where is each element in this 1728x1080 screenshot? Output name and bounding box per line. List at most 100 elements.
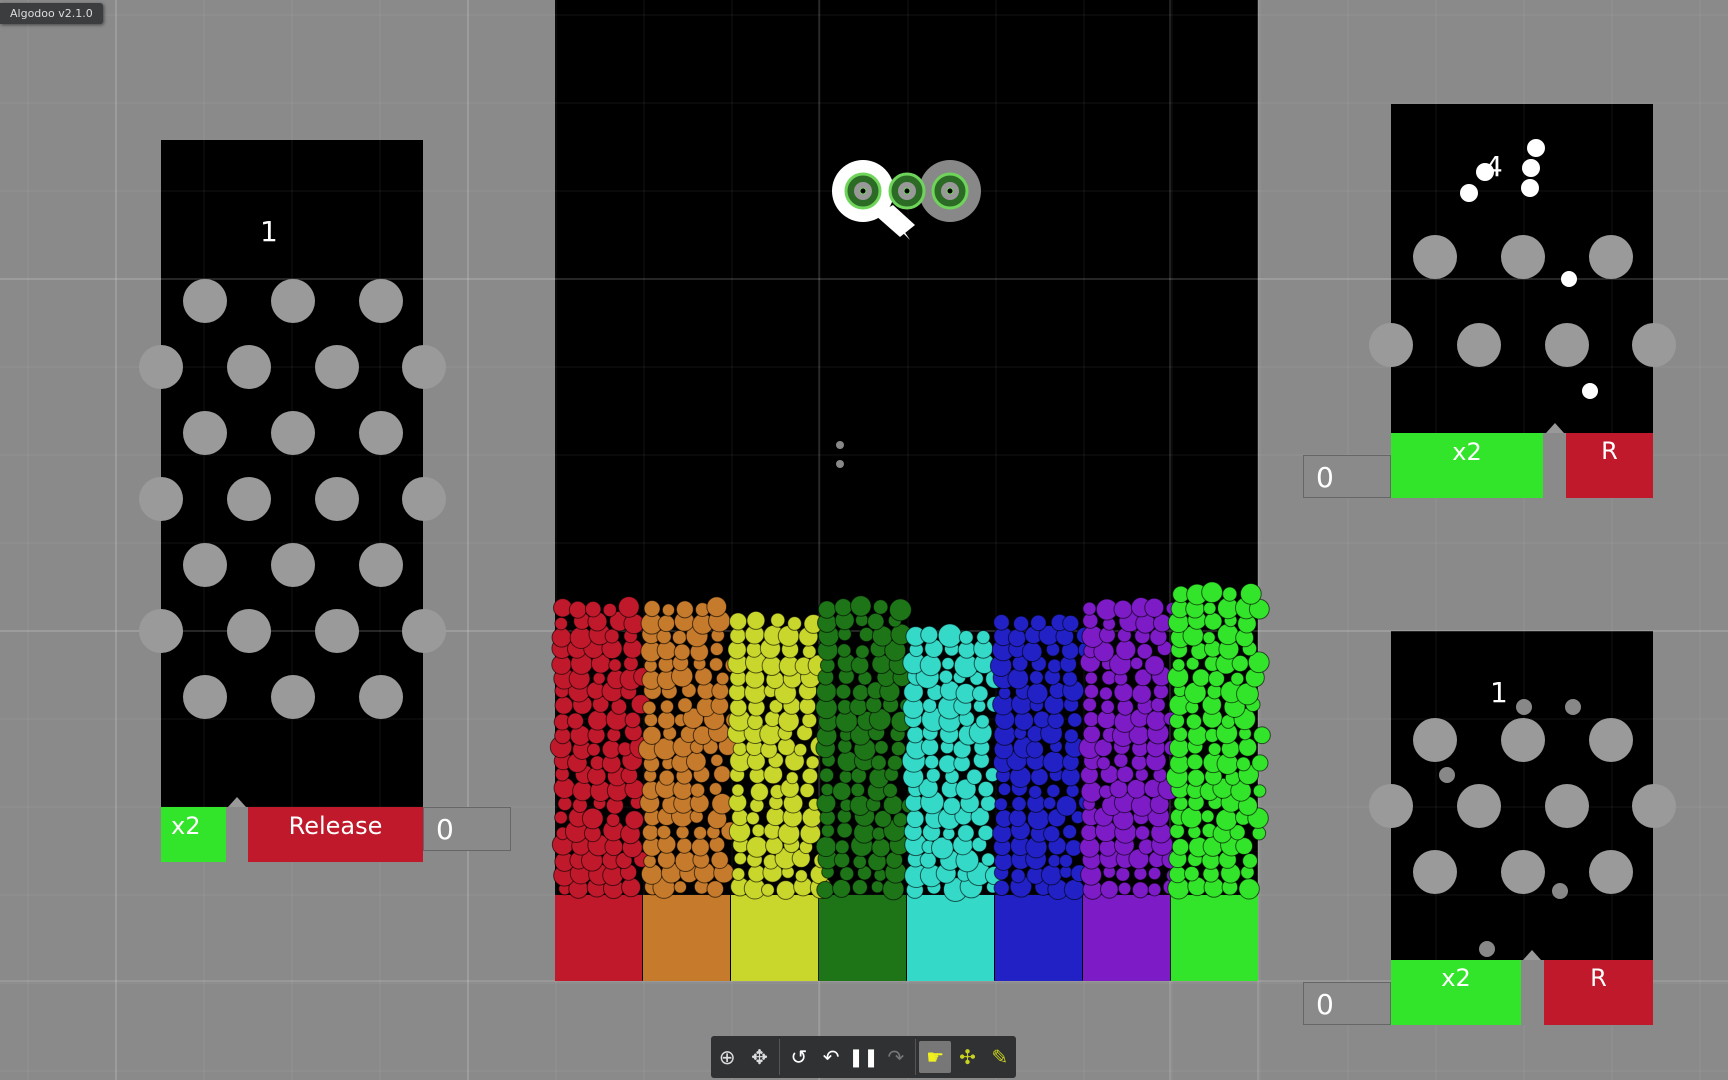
peg xyxy=(315,609,359,653)
peg xyxy=(1545,323,1589,367)
pan-icon[interactable]: ✥ xyxy=(743,1041,775,1073)
peg xyxy=(271,675,315,719)
ball xyxy=(1116,765,1135,784)
ball xyxy=(1021,641,1043,663)
ball xyxy=(709,642,724,657)
ball xyxy=(1215,808,1238,831)
hand-tool-icon[interactable]: ☛ xyxy=(919,1041,952,1073)
ball xyxy=(1046,783,1061,798)
color-bin xyxy=(731,895,818,981)
ball xyxy=(1100,699,1115,715)
peg xyxy=(1589,718,1633,762)
ball xyxy=(602,602,617,618)
ball xyxy=(706,596,728,618)
ball xyxy=(1083,711,1100,728)
ball xyxy=(1207,742,1222,757)
ball xyxy=(1251,754,1269,772)
ball xyxy=(1065,783,1080,798)
ball xyxy=(836,822,853,839)
peg xyxy=(1501,235,1545,279)
ball xyxy=(770,612,786,628)
ball xyxy=(1203,601,1217,616)
ball xyxy=(673,643,691,661)
ball xyxy=(1063,879,1085,901)
peg xyxy=(1589,850,1633,894)
ball xyxy=(819,767,835,783)
ball xyxy=(624,711,642,729)
ball xyxy=(1026,682,1049,705)
ball xyxy=(975,714,990,729)
ball xyxy=(592,671,606,685)
color-bin xyxy=(555,895,642,981)
ball xyxy=(1238,878,1260,900)
ball xyxy=(1238,737,1258,757)
ball xyxy=(1047,854,1062,868)
ball xyxy=(817,600,837,619)
right-bottom-panel xyxy=(1391,631,1653,960)
ball xyxy=(1042,750,1065,774)
ball xyxy=(801,807,823,828)
ball xyxy=(733,851,748,866)
peg xyxy=(1413,718,1457,762)
redo-icon[interactable]: ↷ xyxy=(880,1041,912,1073)
zoom-icon[interactable]: ⊕ xyxy=(711,1041,743,1073)
ball xyxy=(801,712,818,729)
right-top-x2-button[interactable]: x2 xyxy=(1391,433,1543,498)
ball xyxy=(787,616,802,631)
sketch-tool-icon[interactable]: ✎ xyxy=(984,1041,1016,1073)
ball xyxy=(820,782,834,797)
right-bottom-x2-button[interactable]: x2 xyxy=(1391,960,1521,1025)
right-bottom-reset-button[interactable]: R xyxy=(1544,960,1653,1025)
ball xyxy=(643,854,657,868)
ball xyxy=(584,600,602,618)
release-button[interactable]: Release xyxy=(248,807,423,862)
ball xyxy=(715,671,730,686)
toolbar-divider xyxy=(915,1039,917,1075)
ball xyxy=(1007,628,1027,648)
ball xyxy=(1252,784,1267,798)
ball xyxy=(836,460,844,468)
ball xyxy=(938,669,954,684)
reset-icon[interactable]: ↺ xyxy=(783,1041,815,1073)
ball xyxy=(1113,599,1133,619)
ball xyxy=(693,825,708,840)
ball xyxy=(694,667,713,686)
ball xyxy=(729,698,748,717)
simulation-canvas[interactable] xyxy=(0,0,1728,1080)
ball xyxy=(642,725,662,745)
move-tool-icon[interactable]: ✣ xyxy=(951,1041,983,1073)
ball xyxy=(1479,941,1495,957)
ball xyxy=(642,700,657,715)
rotor-axle xyxy=(946,187,954,195)
ball xyxy=(760,882,775,897)
divider xyxy=(226,807,248,862)
ball xyxy=(1521,179,1539,197)
ball xyxy=(1201,581,1223,604)
ball xyxy=(1062,614,1080,632)
ball xyxy=(732,741,748,757)
ball xyxy=(1169,823,1185,839)
peg xyxy=(402,477,446,521)
ball xyxy=(1082,725,1101,744)
ball xyxy=(608,658,622,672)
ball xyxy=(1011,796,1027,812)
ball xyxy=(731,783,745,797)
ball xyxy=(1083,683,1100,699)
peg xyxy=(139,609,183,653)
ball xyxy=(1144,597,1165,618)
peg xyxy=(1545,784,1589,828)
ball xyxy=(1080,823,1098,842)
ball xyxy=(957,824,975,842)
ball xyxy=(1186,753,1204,771)
left-x2-button[interactable]: x2 xyxy=(161,807,226,862)
ball xyxy=(749,782,769,802)
pause-icon[interactable]: ❚❚ xyxy=(847,1041,879,1073)
ball xyxy=(708,782,723,796)
ball xyxy=(833,851,851,869)
right-top-reset-button[interactable]: R xyxy=(1566,433,1653,498)
app-title: Algodoo v2.1.0 xyxy=(0,3,103,24)
peg xyxy=(1413,235,1457,279)
undo-icon[interactable]: ↶ xyxy=(815,1041,847,1073)
ball xyxy=(1527,139,1545,157)
ball xyxy=(1204,612,1223,631)
